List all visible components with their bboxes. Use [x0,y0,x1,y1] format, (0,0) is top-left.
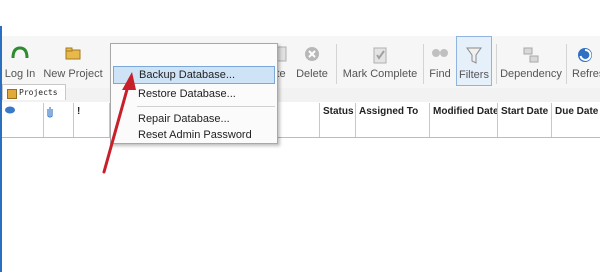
annotation-arrow [102,72,136,174]
